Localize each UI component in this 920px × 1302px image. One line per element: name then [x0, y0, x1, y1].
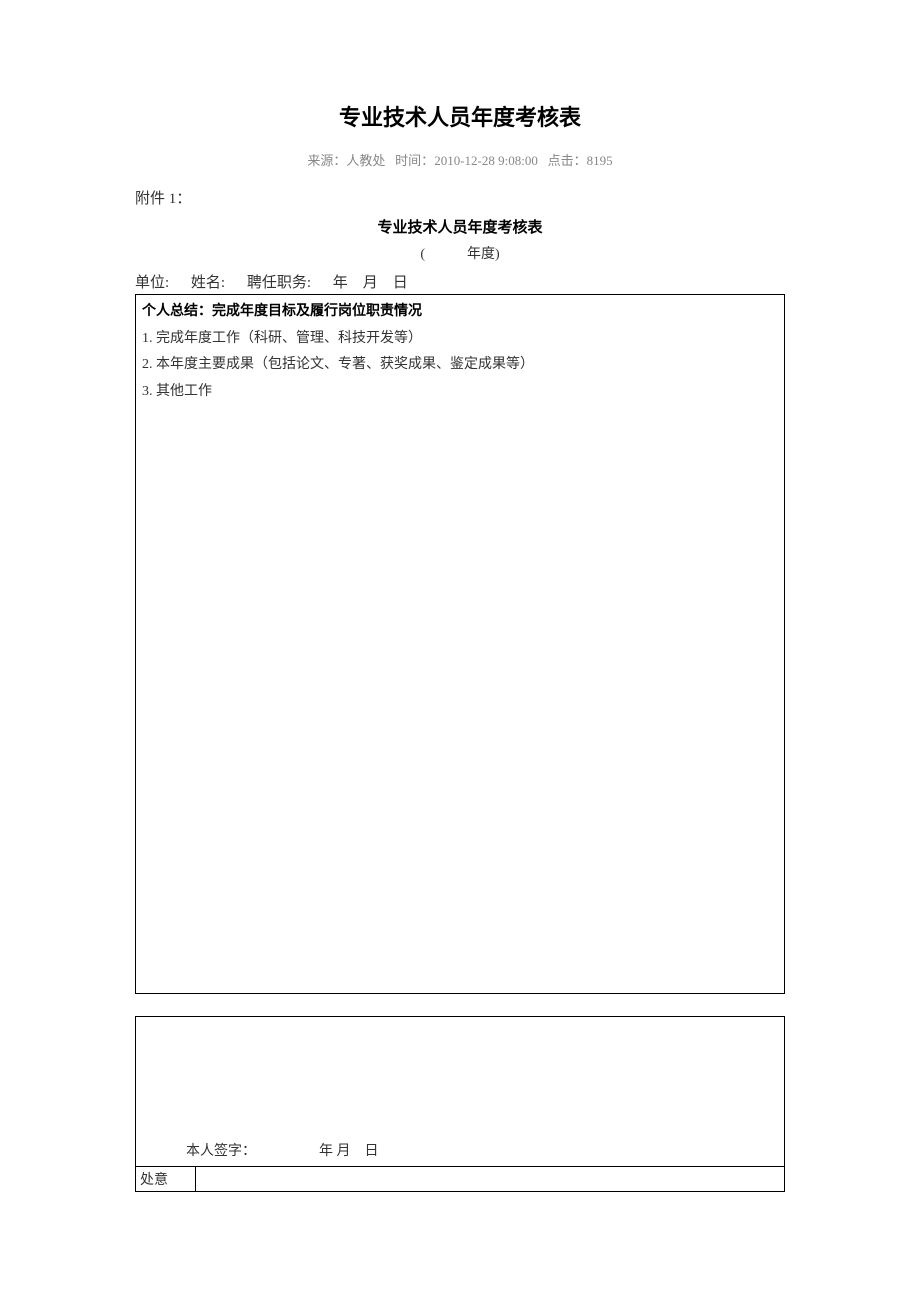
sign-date: 年 月 日	[319, 1144, 379, 1159]
summary-item-2: 2. 本年度主要成果（包括论文、专著、获奖成果、鉴定成果等）	[142, 352, 778, 379]
dept-opinion-cell	[196, 1167, 785, 1192]
name-label: 姓名:	[191, 275, 225, 291]
unit-label: 单位:	[135, 275, 169, 291]
summary-box: 个人总结：完成年度目标及履行岗位职责情况 1. 完成年度工作（科研、管理、科技开…	[135, 294, 785, 994]
time-value: 2010-12-28 9:08:00	[434, 153, 538, 168]
document-title: 专业技术人员年度考核表	[135, 100, 785, 132]
source-value: 人教处	[346, 153, 385, 168]
hits-label: 点击：	[548, 153, 587, 168]
position-label: 聘任职务:	[247, 275, 311, 291]
hits-value: 8195	[587, 153, 613, 168]
time-label: 时间：	[395, 153, 434, 168]
summary-item-1: 1. 完成年度工作（科研、管理、科技开发等）	[142, 326, 778, 353]
self-sign-label: 本人签字：	[186, 1144, 256, 1159]
info-line: 单位: 姓名: 聘任职务: 年 月 日	[135, 271, 785, 292]
form-title: 专业技术人员年度考核表	[135, 216, 785, 237]
source-label: 来源：	[307, 153, 346, 168]
summary-header: 个人总结：完成年度目标及履行岗位职责情况	[142, 299, 778, 326]
dept-opinion-label: 处意	[136, 1167, 196, 1192]
date-label: 年 月 日	[333, 275, 408, 291]
meta-line: 来源：人教处 时间：2010-12-28 9:08:00 点击：8195	[135, 150, 785, 169]
year-line: ( 年度)	[135, 243, 785, 263]
signature-area: 本人签字： 年 月 日	[136, 1017, 785, 1167]
signature-table: 本人签字： 年 月 日 处意	[135, 1016, 785, 1192]
attachment-label: 附件 1：	[135, 187, 785, 208]
summary-item-3: 3. 其他工作	[142, 379, 778, 406]
